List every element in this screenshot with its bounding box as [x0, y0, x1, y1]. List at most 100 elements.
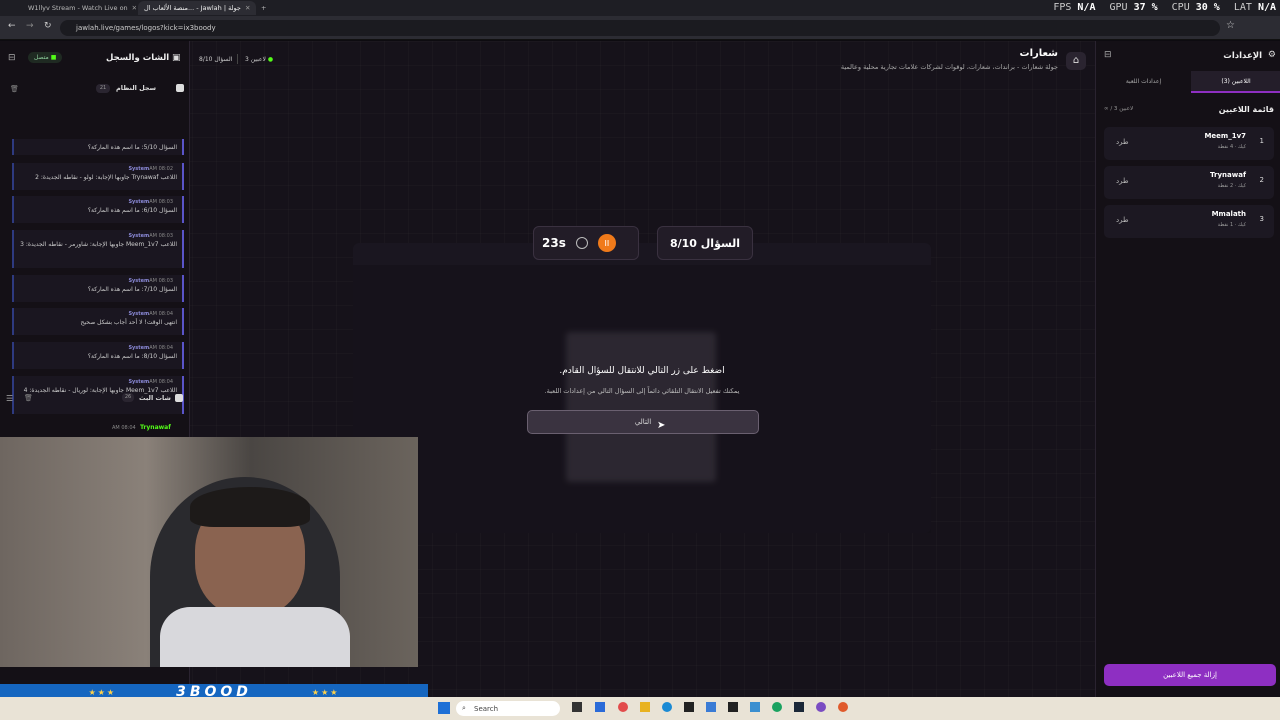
file-explorer-icon[interactable]	[640, 702, 650, 712]
log-entry: السؤال 5/10: ما اسم هذه الماركة؟	[12, 139, 184, 155]
taskbar-search[interactable]: ⌕ Search	[456, 701, 560, 716]
log-icon	[176, 84, 184, 92]
log-time: AM 08:04	[149, 345, 173, 351]
trash-icon[interactable]: 🗑	[10, 85, 19, 93]
timer-value: 23s	[542, 236, 566, 250]
player-score: كيك · 2 نقطة	[1217, 183, 1246, 189]
players-list-count: ∞ / 3 لاعبين	[1104, 106, 1134, 112]
streamer-shirt	[160, 607, 350, 667]
browser-tab-jawlah[interactable]: منصة الألعاب ال... - Jawlah | جولة ✕	[138, 1, 256, 15]
home-icon[interactable]: ⌂	[1066, 52, 1086, 70]
players-count-text: 3 لاعبين ●	[245, 56, 274, 63]
log-time: AM 08:03	[149, 233, 173, 239]
log-count-badge: 21	[96, 84, 110, 93]
mouse-cursor-icon: ➤	[657, 420, 666, 431]
windows-taskbar: ⌕ Search	[0, 697, 1280, 720]
tab-label: منصة الألعاب ال... - Jawlah | جولة	[144, 4, 241, 12]
log-text: اللاعب Trynawaf جاوبها الإجابة: لولو - ن…	[35, 174, 177, 181]
streamer-hair	[190, 487, 310, 527]
app-icon[interactable]	[706, 702, 716, 712]
chat-count-badge: 26	[122, 393, 134, 402]
task-view-icon[interactable]	[572, 702, 582, 712]
tab-game-settings[interactable]: إعدادات اللعبة	[1096, 71, 1191, 93]
log-entry: SystemAM 08:03 اللاعب Meem_1v7 جاوبها الإ…	[12, 230, 184, 268]
log-time: AM 08:03	[149, 199, 173, 205]
edge-icon[interactable]	[662, 702, 672, 712]
gpu-readout: GPU 37 %	[1109, 2, 1158, 13]
filter-icon[interactable]: ☰	[6, 394, 13, 403]
divider	[237, 54, 238, 64]
new-tab-button[interactable]: +	[258, 1, 272, 15]
performance-overlay: FPS N/A GPU 37 % CPU 30 % LAT N/A	[1053, 2, 1276, 13]
stream-chat-icon	[175, 394, 183, 402]
next-hint-text: يمكنك تفعيل الانتقال التلقائي دائماً إلى…	[544, 387, 740, 395]
close-icon[interactable]: ✕	[245, 4, 250, 12]
kick-player-button[interactable]: طرد	[1116, 177, 1129, 185]
sidebar-title: الشات والسجل	[106, 53, 170, 63]
settings-title: الإعدادات	[1223, 51, 1262, 61]
clock-icon	[575, 237, 588, 249]
close-icon[interactable]: ✕	[132, 4, 136, 12]
log-entry: SystemAM 08:04 انتهى الوقت! لا أحد أجاب ب…	[12, 308, 184, 335]
cpu-readout: CPU 30 %	[1171, 2, 1220, 13]
remove-all-players-button[interactable]: إزالة جميع اللاعبين	[1104, 664, 1276, 686]
chat-username: Trynawaf	[140, 424, 171, 431]
connection-status-badge: متصل ■	[28, 52, 63, 63]
collapse-sidebar-icon[interactable]: ⊟	[1104, 50, 1112, 60]
question-badge: السؤال 8/10	[657, 226, 753, 260]
log-sender: System	[128, 199, 150, 205]
log-text: اللاعب Meem_1v7 جاوبها الإجابة: شاورمر -…	[20, 241, 177, 248]
page-subtitle: جولة شعارات - براندات، شعارات، لوقوات لش…	[840, 63, 1058, 71]
log-entry: SystemAM 08:04 السؤال 8/10: ما اسم هذه ال…	[12, 342, 184, 369]
log-time: AM 08:02	[149, 166, 173, 172]
player-card: 1 Meem_1v7 كيك · 4 نقطة طرد	[1104, 127, 1274, 160]
player-score: كيك · 4 نقطة	[1217, 144, 1246, 150]
next-question-overlay	[353, 265, 931, 533]
player-name: Mmalath	[1211, 210, 1246, 218]
windows-start-icon[interactable]	[438, 702, 450, 714]
pause-button[interactable]: II	[597, 234, 616, 252]
log-time: AM 08:04	[149, 311, 173, 317]
url-input[interactable]: jawlah.live/games/logos?kick=ix3boody	[60, 20, 1220, 36]
app-icon[interactable]	[750, 702, 760, 712]
tab-players[interactable]: اللاعبين (3)	[1191, 71, 1280, 93]
log-meta: SystemAM 08:03	[19, 199, 177, 205]
log-text: السؤال 7/10: ما اسم هذه الماركة؟	[87, 286, 177, 293]
player-score: كيك · 1 نقطة	[1217, 222, 1246, 228]
browser-tab-stream[interactable]: W1llyv Stream - Watch Live on ✕	[18, 1, 136, 15]
forward-icon[interactable]: →	[26, 21, 34, 31]
terminal-icon[interactable]	[728, 702, 738, 712]
kick-player-button[interactable]: طرد	[1116, 216, 1129, 224]
app-icon[interactable]	[595, 702, 605, 712]
log-sender: System	[128, 166, 150, 172]
log-entry: SystemAM 08:03 السؤال 6/10: ما اسم هذه ال…	[12, 196, 184, 223]
chrome-icon[interactable]	[838, 702, 848, 712]
log-text: انتهى الوقت! لا أحد أجاب بشكل صحيح	[80, 319, 177, 326]
collapse-sidebar-icon[interactable]: ⊟	[8, 53, 16, 63]
browser-tab-bar: W1llyv Stream - Watch Live on ✕ منصة الأ…	[0, 0, 1280, 16]
player-rank: 2	[1259, 176, 1264, 184]
search-icon: ⌕	[462, 704, 466, 712]
log-sender: System	[128, 311, 150, 317]
page-title: شعارات	[1019, 48, 1058, 59]
log-sender: System	[128, 278, 150, 284]
kick-player-button[interactable]: طرد	[1116, 138, 1129, 146]
reload-icon[interactable]: ↻	[44, 21, 52, 31]
app-icon[interactable]	[772, 702, 782, 712]
system-log-title: سجل النظام	[116, 84, 156, 92]
next-button[interactable]: التالي	[527, 410, 759, 434]
steam-icon[interactable]	[794, 702, 804, 712]
app-icon[interactable]	[618, 702, 628, 712]
log-entry: SystemAM 08:02 اللاعب Trynawaf جاوبها الإ…	[12, 163, 184, 190]
chat-icon: ▣	[172, 53, 181, 63]
player-card: 3 Mmalath كيك · 1 نقطة طرد	[1104, 205, 1274, 238]
streamer-webcam	[0, 437, 418, 667]
back-icon[interactable]: ←	[8, 21, 16, 31]
chat-message-time: AM 08:04	[112, 425, 136, 431]
timer-panel: 23s II	[533, 226, 639, 260]
app-icon[interactable]	[684, 702, 694, 712]
trash-icon[interactable]: 🗑	[24, 394, 33, 402]
gear-icon: ⚙	[1267, 50, 1276, 60]
bookmark-star-icon[interactable]: ☆	[1226, 20, 1235, 31]
app-icon[interactable]	[816, 702, 826, 712]
